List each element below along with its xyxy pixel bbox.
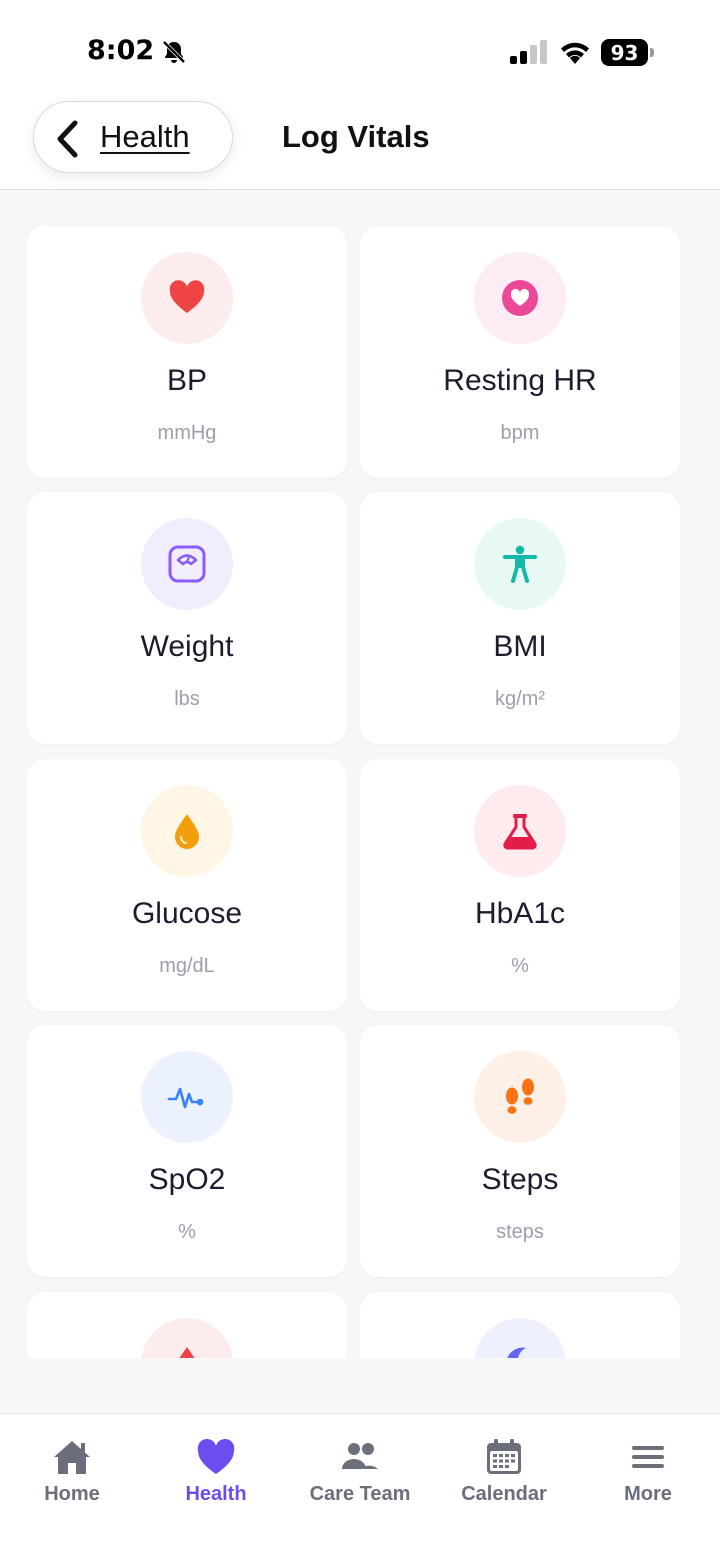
wifi-icon	[561, 42, 589, 64]
tab-label: Calendar	[461, 1483, 547, 1505]
vital-title: BMI	[493, 630, 547, 663]
vital-card-spo2[interactable]: SpO2 %	[27, 1025, 347, 1277]
vital-unit: steps	[496, 1221, 544, 1243]
calendar-icon	[487, 1439, 521, 1474]
icon-badge	[141, 1318, 233, 1358]
icon-badge	[474, 1318, 566, 1358]
vital-title: Resting HR	[443, 364, 597, 397]
tab-more[interactable]: More	[576, 1414, 720, 1524]
tab-care-team[interactable]: Care Team	[288, 1414, 432, 1524]
icon-badge	[474, 785, 566, 877]
tab-label: More	[624, 1483, 672, 1505]
vital-unit: mg/dL	[159, 955, 215, 977]
vital-unit: %	[178, 1221, 196, 1243]
tab-home[interactable]: Home	[0, 1414, 144, 1524]
heart-circle-icon	[502, 280, 538, 316]
back-button-label: Health	[100, 119, 190, 154]
vital-card-partial[interactable]	[27, 1292, 347, 1358]
vital-title: BP	[166, 364, 208, 397]
bell-off-icon	[162, 40, 186, 64]
footprints-icon	[506, 1078, 534, 1114]
vital-card-bmi[interactable]: BMI kg/m²	[360, 492, 680, 744]
pulse-icon	[167, 1087, 204, 1109]
vital-card-glucose[interactable]: Glucose mg/dL	[27, 759, 347, 1011]
drop-icon	[179, 1347, 195, 1358]
drop-icon	[175, 814, 199, 849]
vital-card-partial[interactable]	[360, 1292, 680, 1358]
tab-health[interactable]: Health	[144, 1414, 288, 1524]
menu-icon	[632, 1446, 664, 1468]
bottom-tab-bar: Home Health Care Team Calendar More	[0, 1413, 720, 1557]
cellular-signal-icon	[510, 40, 547, 64]
vital-title: Steps	[481, 1163, 559, 1196]
tab-label: Home	[44, 1483, 100, 1505]
tab-label: Health	[185, 1483, 247, 1505]
icon-badge	[141, 518, 233, 610]
battery-cap	[650, 48, 654, 57]
home-icon	[54, 1441, 90, 1474]
page-title: Log Vitals	[282, 119, 430, 154]
vital-unit: mmHg	[157, 422, 217, 444]
icon-badge	[141, 1051, 233, 1143]
vital-title: HbA1c	[474, 897, 566, 930]
battery-indicator: 93	[601, 39, 655, 66]
chevron-left-icon	[57, 120, 78, 158]
people-icon	[342, 1443, 378, 1469]
vital-unit: bpm	[500, 422, 540, 444]
vital-title: Glucose	[131, 897, 243, 930]
status-time: 8:02	[87, 35, 155, 66]
vital-card-bp[interactable]: BP mmHg	[27, 226, 347, 478]
vital-title: Weight	[140, 630, 234, 663]
person-icon	[503, 545, 537, 583]
icon-badge	[141, 252, 233, 344]
icon-badge	[474, 1051, 566, 1143]
vital-title: SpO2	[148, 1163, 226, 1196]
flask-icon	[503, 814, 537, 850]
back-button[interactable]: Health	[33, 101, 233, 173]
vital-unit: lbs	[174, 688, 200, 710]
status-bar: 8:02 93	[0, 0, 720, 100]
moon-icon	[507, 1347, 526, 1358]
heart-icon	[197, 1438, 235, 1474]
header: Health Log Vitals	[0, 100, 720, 190]
tab-label: Care Team	[309, 1483, 411, 1505]
vital-unit: %	[511, 955, 529, 977]
vital-card-hba1c[interactable]: HbA1c %	[360, 759, 680, 1011]
tab-calendar[interactable]: Calendar	[432, 1414, 576, 1524]
vital-card-weight[interactable]: Weight lbs	[27, 492, 347, 744]
vitals-grid: BP mmHg Resting HR bpm Weight lbs BMI kg…	[0, 190, 720, 1358]
icon-badge	[474, 518, 566, 610]
vital-card-resting-hr[interactable]: Resting HR bpm	[360, 226, 680, 478]
icon-badge	[474, 252, 566, 344]
scale-icon	[168, 545, 206, 583]
icon-badge	[141, 785, 233, 877]
heart-icon	[169, 280, 205, 313]
vital-card-steps[interactable]: Steps steps	[360, 1025, 680, 1277]
vital-unit: kg/m²	[495, 688, 545, 710]
battery-level: 93	[601, 39, 648, 66]
